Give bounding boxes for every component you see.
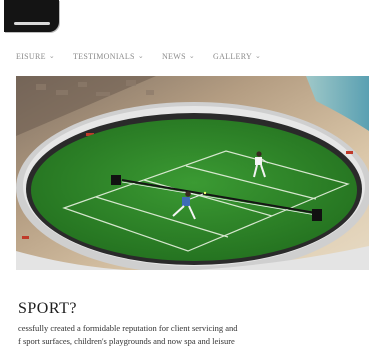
chevron-down-icon: ⌄ [255,52,262,60]
main-nav: EISURE ⌄ TESTIMONIALS ⌄ NEWS ⌄ GALLERY ⌄ [16,48,376,64]
nav-item-testimonials[interactable]: TESTIMONIALS ⌄ [73,52,144,61]
section-heading: SPORT? [18,300,77,317]
chevron-down-icon: ⌄ [48,52,55,60]
nav-item-label: GALLERY [213,51,253,61]
chevron-down-icon: ⌄ [188,52,196,60]
logo-icon[interactable] [4,0,59,32]
nav-item-label: TESTIMONIALS [72,51,135,61]
page: EISURE ⌄ TESTIMONIALS ⌄ NEWS ⌄ GALLERY ⌄ [0,0,387,355]
nav-item-label: NEWS [161,51,186,61]
hero-image [16,76,369,270]
chevron-down-icon: ⌄ [137,52,144,60]
nav-item-leisure[interactable]: EISURE ⌄ [16,52,55,61]
section-body: cessfully created a formidable reputatio… [18,322,298,348]
nav-item-news[interactable]: NEWS ⌄ [162,52,195,61]
section-line: cessfully created a formidable reputatio… [18,323,238,333]
section-line: f sport surfaces, children's playgrounds… [18,336,235,346]
top-bar [0,0,387,38]
nav-item-gallery[interactable]: GALLERY ⌄ [213,52,261,61]
nav-item-label: EISURE [16,51,46,61]
